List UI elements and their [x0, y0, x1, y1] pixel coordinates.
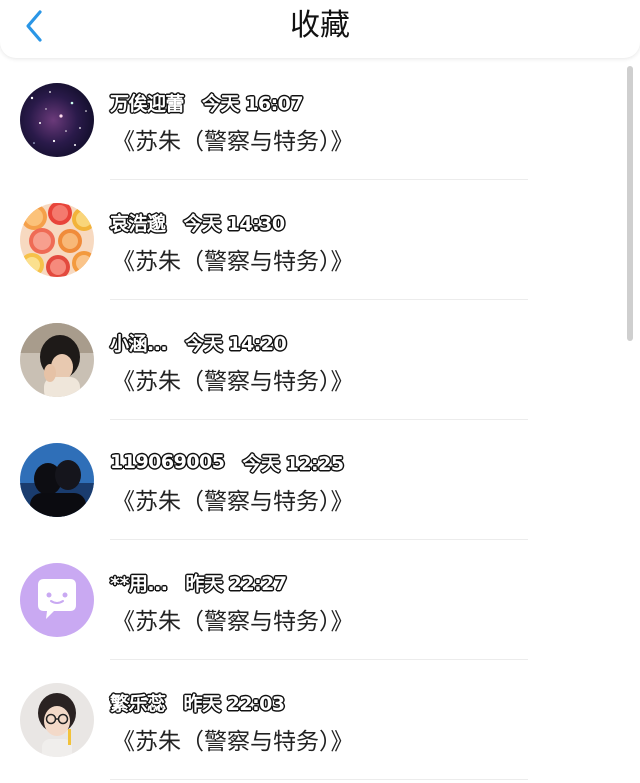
timestamp: 昨天 22:27 [185, 572, 288, 595]
list-item[interactable]: **用... 昨天 22:27 《苏朱（警察与特务）》 [0, 540, 640, 660]
timestamp: 今天 16:07 [202, 92, 304, 115]
timestamp: 今天 12:25 [242, 452, 344, 475]
divider [110, 779, 528, 780]
scrollbar[interactable] [627, 66, 633, 341]
header-bar: 收藏 [0, 0, 640, 58]
list-item[interactable]: 小涵... 今天 14:20 《苏朱（警察与特务）》 [0, 300, 640, 420]
user-name: 119069005 [110, 451, 225, 473]
list-item[interactable]: 119069005 今天 12:25 《苏朱（警察与特务）》 [0, 420, 640, 540]
book-title: 《苏朱（警察与特务）》 [112, 369, 354, 395]
book-title: 《苏朱（警察与特务）》 [112, 729, 354, 755]
book-title: 《苏朱（警察与特务）》 [112, 489, 354, 515]
list-item[interactable]: 万俟迎蕾 今天 16:07 《苏朱（警察与特务）》 [0, 60, 640, 180]
glasses-girl-avatar[interactable] [20, 683, 94, 757]
list-item[interactable]: 哀浩邈 今天 14:30 《苏朱（警察与特务）》 [0, 180, 640, 300]
user-name: **用... [110, 572, 168, 595]
starry-night-avatar[interactable] [20, 83, 94, 157]
user-name: 繁乐蕊 [110, 692, 166, 715]
user-name: 万俟迎蕾 [110, 92, 185, 115]
couple-silhouette-avatar[interactable] [20, 443, 94, 517]
book-title: 《苏朱（警察与特务）》 [112, 249, 354, 275]
user-name: 哀浩邈 [110, 212, 166, 235]
chat-bubble-avatar[interactable] [20, 563, 94, 637]
citrus-slices-avatar[interactable] [20, 203, 94, 277]
favorites-page: 收藏 万俟迎蕾 今天 16:07 《苏朱（警察与特务）》 哀浩邈 今天 14:3… [0, 0, 640, 783]
page-title: 收藏 [290, 8, 350, 43]
list-item[interactable]: 繁乐蕊 昨天 22:03 《苏朱（警察与特务）》 [0, 660, 640, 780]
timestamp: 今天 14:30 [183, 212, 286, 235]
favorites-list[interactable]: 万俟迎蕾 今天 16:07 《苏朱（警察与特务）》 哀浩邈 今天 14:30 《… [0, 60, 640, 780]
book-title: 《苏朱（警察与特务）》 [112, 609, 354, 635]
book-title: 《苏朱（警察与特务）》 [112, 129, 354, 155]
user-name: 小涵... [110, 332, 168, 355]
timestamp: 今天 14:20 [185, 332, 287, 355]
girl-photo-avatar[interactable] [20, 323, 94, 397]
timestamp: 昨天 22:03 [183, 692, 286, 715]
